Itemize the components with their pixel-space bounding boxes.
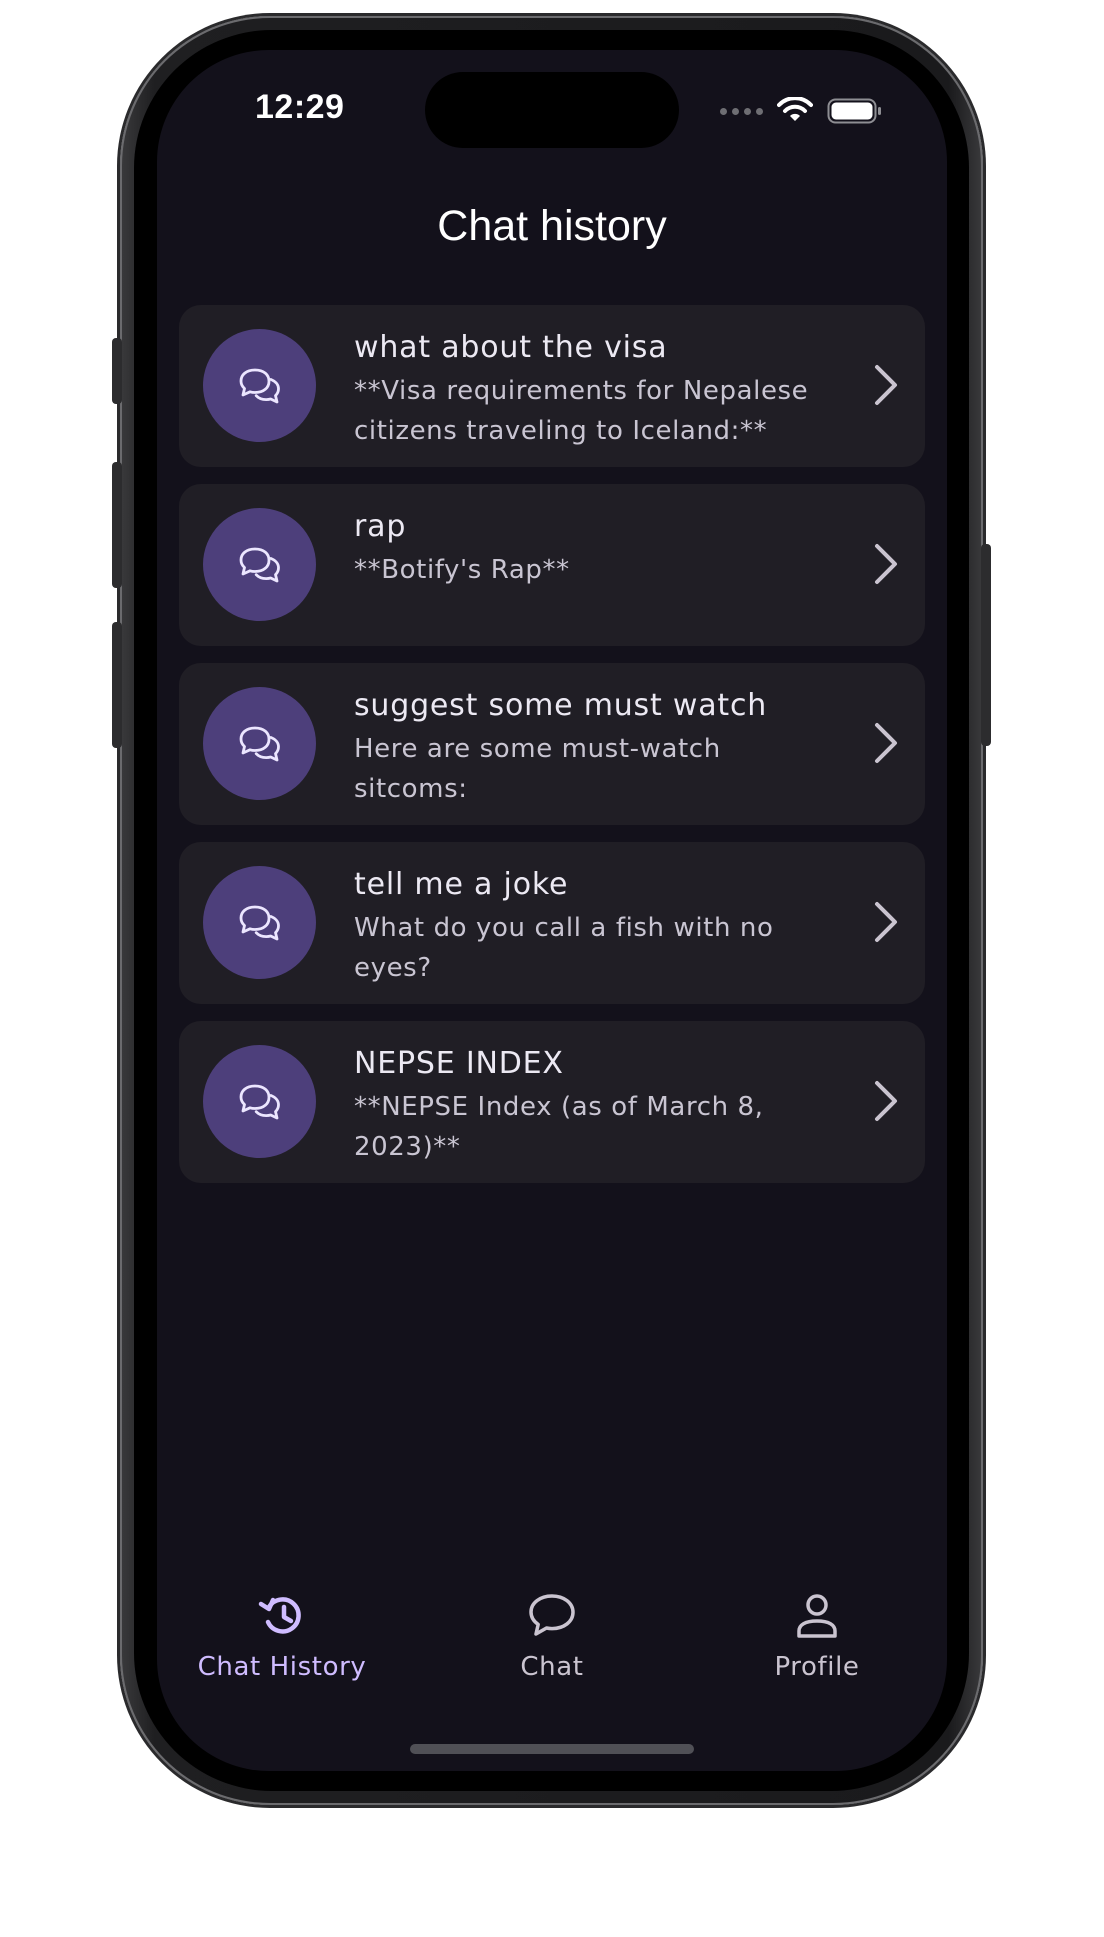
chat-avatar (203, 329, 316, 442)
chat-title: rap (354, 509, 407, 544)
status-icons (720, 96, 883, 126)
history-icon (258, 1597, 301, 1634)
chat-preview: What do you call a fish with no eyes? (354, 913, 774, 983)
chat-preview: Here are some must-watch sitcoms: (354, 734, 721, 804)
chat-text: NEPSE INDEX **NEPSE Index (as of March 8… (354, 1043, 834, 1167)
chevron-right-icon (875, 365, 897, 405)
status-time: 12:29 (255, 88, 345, 126)
wifi-icon (777, 97, 813, 121)
chat-history-item[interactable]: NEPSE INDEX **NEPSE Index (as of March 8… (179, 1021, 925, 1183)
chat-bubbles-icon (239, 726, 280, 761)
chat-bubbles-icon (239, 547, 280, 582)
chat-preview: **Visa requirements for Nepalese citizen… (354, 376, 809, 446)
chat-history-item[interactable]: rap **Botify's Rap** (179, 484, 925, 646)
chevron-right-icon (875, 902, 897, 942)
action-button (112, 338, 122, 404)
chat-avatar (203, 866, 316, 979)
nav-item-chat-history[interactable]: Chat History (172, 1590, 392, 1682)
chat-avatar (203, 687, 316, 800)
chevron-right-icon (875, 723, 897, 763)
chat-bubbles-icon (239, 1084, 280, 1119)
chat-history-item[interactable]: what about the visa **Visa requirements … (179, 305, 925, 467)
chat-history-item[interactable]: suggest some must watch Here are some mu… (179, 663, 925, 825)
chevron-right-icon (875, 544, 897, 584)
nav-item-profile[interactable]: Profile (707, 1590, 927, 1682)
chat-bubbles-icon (239, 905, 280, 940)
chat-avatar (203, 1045, 316, 1158)
chat-preview: **Botify's Rap** (354, 555, 570, 585)
chat-text: what about the visa **Visa requirements … (354, 327, 834, 451)
chat-history-item[interactable]: tell me a joke What do you call a fish w… (179, 842, 925, 1004)
page-title: Chat history (437, 202, 667, 250)
chat-bubbles-icon (239, 368, 280, 403)
chat-title: what about the visa (354, 330, 668, 365)
chat-title: NEPSE INDEX (354, 1046, 564, 1081)
chat-preview: **NEPSE Index (as of March 8, 2023)** (354, 1092, 764, 1162)
chat-text: rap **Botify's Rap** (354, 506, 834, 590)
volume-down-button (112, 622, 122, 748)
home-indicator[interactable] (410, 1744, 694, 1754)
chevron-right-icon (875, 1081, 897, 1121)
chat-avatar (203, 508, 316, 621)
chat-text: tell me a joke What do you call a fish w… (354, 864, 834, 988)
cellular-signal-icon (720, 107, 763, 115)
battery-icon (827, 98, 881, 124)
chat-text: suggest some must watch Here are some mu… (354, 685, 834, 809)
power-button (981, 544, 991, 746)
nav-label: Profile (774, 1652, 860, 1682)
chat-bubble-icon (529, 1594, 575, 1636)
chat-title: suggest some must watch (354, 688, 768, 723)
bottom-navigation-bar: Chat History Chat Profile (157, 1590, 947, 1710)
person-icon (797, 1594, 837, 1638)
nav-label: Chat (520, 1652, 584, 1682)
nav-item-chat[interactable]: Chat (442, 1590, 662, 1682)
chat-history-list: what about the visa **Visa requirements … (179, 305, 925, 1200)
app-screen: 12:29 Chat history what about the visa *… (157, 50, 947, 1771)
dynamic-island (425, 72, 679, 148)
nav-label: Chat History (197, 1652, 367, 1682)
volume-up-button (112, 462, 122, 588)
chat-title: tell me a joke (354, 867, 569, 902)
